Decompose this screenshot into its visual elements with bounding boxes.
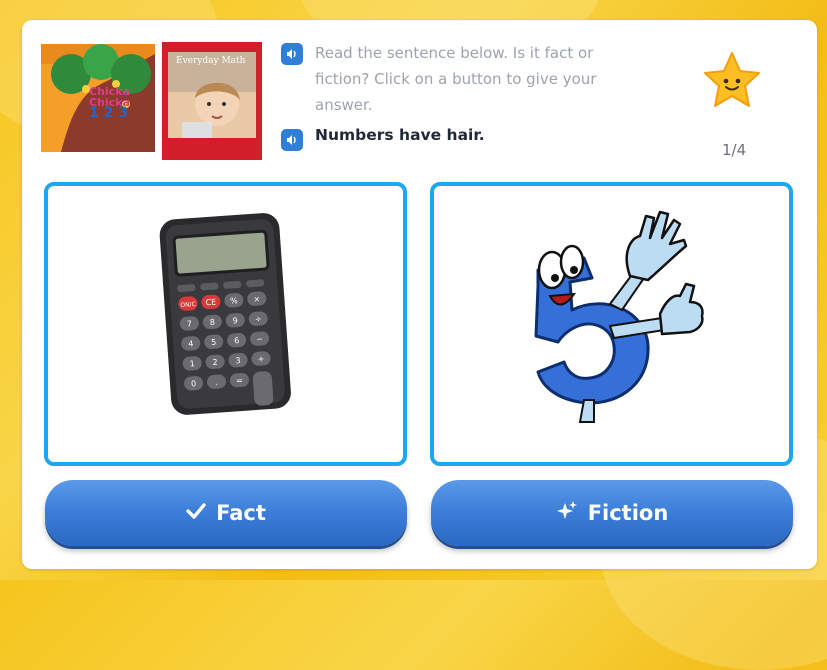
cartoon-number-five-image xyxy=(534,210,704,423)
calculator-image: ON/C CE% ×7 8 9 ÷4 5 6 −1 2 3 +0. = xyxy=(159,213,291,415)
calculator-key xyxy=(246,279,265,288)
calculator-key-label: CE xyxy=(205,298,216,308)
question-sentence: Numbers have hair. xyxy=(315,126,485,144)
checkmark-icon xyxy=(186,501,206,525)
book1-title: Chicka Chicka 1 2 3 xyxy=(89,85,130,121)
calculator-key-label: 3 xyxy=(235,356,241,365)
fact-button-label: Fact xyxy=(216,501,266,525)
fiction-button[interactable]: Fiction xyxy=(431,480,793,546)
calculator-key-label: 2 xyxy=(212,358,218,367)
calculator-key-label: 4 xyxy=(188,339,194,348)
activity-card: Chicka Chicka 1 2 3 Everyday Math Read t… xyxy=(22,20,817,569)
instructions-text: Read the sentence below. Is it fact or f… xyxy=(315,44,597,114)
speaker-icon[interactable] xyxy=(281,43,303,65)
calculator-key-label: + xyxy=(257,354,264,363)
calculator-key xyxy=(223,280,242,289)
calculator-key-label: 8 xyxy=(210,318,216,327)
calculator-key-label: 0 xyxy=(191,379,197,388)
book-cover-chicka-chicka: Chicka Chicka 1 2 3 xyxy=(41,44,155,152)
calculator-key-label: ÷ xyxy=(255,314,262,323)
calculator-key-label: % xyxy=(230,296,239,306)
calculator-key-label: 5 xyxy=(211,338,217,347)
progress-counter: 1/4 xyxy=(722,141,747,159)
fact-button[interactable]: Fact xyxy=(45,480,407,546)
calculator-key xyxy=(252,371,274,406)
calculator-key-label: 6 xyxy=(234,336,240,345)
fiction-button-label: Fiction xyxy=(587,501,669,525)
calculator-key-label: 1 xyxy=(189,359,195,368)
calculator-key-label: = xyxy=(236,376,243,385)
calculator-key-label: ON/C xyxy=(180,301,196,309)
calculator-key-label: 9 xyxy=(232,316,238,325)
calculator-key-label: 7 xyxy=(187,319,193,328)
calculator-key xyxy=(200,282,219,291)
star-icon xyxy=(701,50,763,112)
book2-title: Everyday Math xyxy=(176,56,246,66)
fiction-image-option[interactable] xyxy=(430,182,793,466)
calculator-key-label: × xyxy=(253,294,260,303)
sparkle-icon xyxy=(556,500,578,527)
speaker-icon-sentence[interactable] xyxy=(281,129,303,151)
fact-image-option[interactable]: ON/C CE% × 7 8 9 ÷ 4 5 6−1 2 3 +0. = xyxy=(44,182,407,466)
calculator-key-label: − xyxy=(256,334,263,343)
book-cover-everyday-math: Everyday Math xyxy=(162,42,262,160)
calculator-key xyxy=(177,284,196,293)
